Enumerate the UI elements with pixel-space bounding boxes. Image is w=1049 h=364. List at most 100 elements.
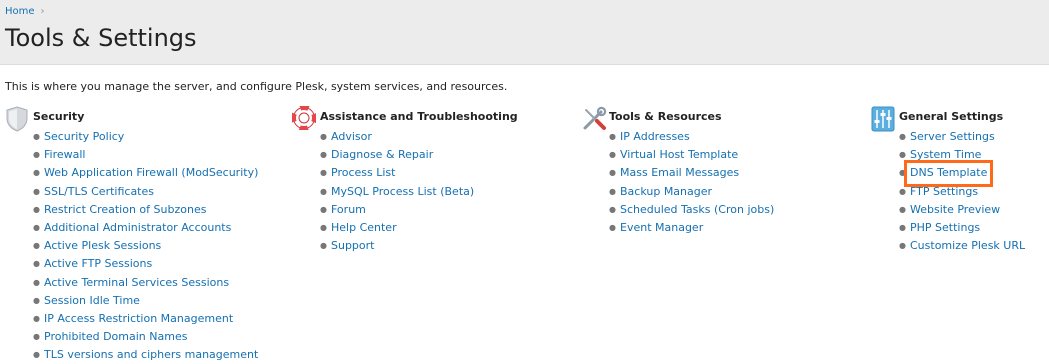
link-virtual-host-template[interactable]: Virtual Host Template — [620, 146, 738, 164]
breadcrumb-separator: › — [40, 6, 45, 17]
link-mass-email-messages[interactable]: Mass Email Messages — [620, 164, 739, 182]
section-link-list: ● Server Settings ● System Time ● DNS Templ… — [899, 128, 1025, 255]
sliders-icon — [871, 106, 895, 132]
section-header: Assistance and Troubleshooting — [291, 105, 518, 131]
bullet: ● — [33, 277, 40, 287]
bullet: ● — [609, 204, 616, 214]
bullet: ● — [33, 168, 40, 178]
bullet: ● — [899, 186, 906, 196]
link-process-list[interactable]: Process List — [331, 164, 395, 182]
bullet: ● — [33, 295, 40, 305]
list-item: ● System Time — [899, 146, 1025, 164]
page-header: Home › Tools & Settings — [0, 0, 1049, 65]
list-item: ● Security Policy — [33, 128, 258, 146]
list-item: ● Support — [320, 237, 518, 255]
page-intro: This is where you manage the server, and… — [5, 80, 508, 93]
bullet: ● — [899, 241, 906, 251]
link-security-policy[interactable]: Security Policy — [44, 128, 124, 146]
list-item: ● Forum — [320, 201, 518, 219]
link-restrict-creation-of-subzones[interactable]: Restrict Creation of Subzones — [44, 201, 206, 219]
link-ip-addresses[interactable]: IP Addresses — [620, 128, 690, 146]
link-diagnose-repair[interactable]: Diagnose & Repair — [331, 146, 433, 164]
bullet: ● — [899, 150, 906, 160]
section-general-settings: General Settings ● Server Settings ● Syste… — [871, 106, 1025, 255]
list-item: ● Firewall — [33, 146, 258, 164]
link-advisor[interactable]: Advisor — [331, 128, 372, 146]
bullet: ● — [609, 186, 616, 196]
link-tls-versions-and-ciphers-management[interactable]: TLS versions and ciphers management — [44, 346, 258, 364]
list-item: ● MySQL Process List (Beta) — [320, 183, 518, 201]
link-active-plesk-sessions[interactable]: Active Plesk Sessions — [44, 237, 161, 255]
list-item: ● Help Center — [320, 219, 518, 237]
section-header: Tools & Resources — [581, 106, 774, 130]
bullet: ● — [33, 313, 40, 323]
link-ftp-settings[interactable]: FTP Settings — [910, 183, 978, 201]
section-title: General Settings — [899, 110, 1004, 123]
breadcrumb-home-link[interactable]: Home — [5, 6, 35, 17]
bullet: ● — [33, 241, 40, 251]
link-dns-template[interactable]: DNS Template — [903, 160, 994, 187]
bullet: ● — [899, 132, 906, 141]
link-php-settings[interactable]: PHP Settings — [910, 219, 980, 237]
section-header: Security — [5, 106, 258, 132]
link-forum[interactable]: Forum — [331, 201, 366, 219]
list-item: ● IP Access Restriction Management — [33, 310, 258, 328]
link-help-center[interactable]: Help Center — [331, 219, 397, 237]
link-event-manager[interactable]: Event Manager — [620, 219, 703, 237]
bullet: ● — [320, 186, 327, 196]
list-item: ● DNS Template — [899, 160, 1025, 187]
link-prohibited-domain-names[interactable]: Prohibited Domain Names — [44, 328, 187, 346]
link-firewall[interactable]: Firewall — [44, 146, 85, 164]
list-item: ● Prohibited Domain Names — [33, 328, 258, 346]
section-link-list: ● IP Addresses ● Virtual Host Template ● Ma… — [609, 128, 774, 237]
list-item: ● Website Preview — [899, 201, 1025, 219]
section-link-list: ● Advisor ● Diagnose & Repair ● Process Lis… — [320, 128, 518, 255]
bullet: ● — [320, 150, 327, 160]
bullet: ● — [899, 168, 906, 178]
list-item: ● Mass Email Messages — [609, 164, 774, 182]
link-ip-access-restriction-management[interactable]: IP Access Restriction Management — [44, 310, 233, 328]
link-additional-administrator-accounts[interactable]: Additional Administrator Accounts — [44, 219, 231, 237]
bullet: ● — [33, 350, 40, 360]
list-item: ● FTP Settings — [899, 183, 1025, 201]
link-mysql-process-list[interactable]: MySQL Process List (Beta) — [331, 183, 474, 201]
list-item: ● Server Settings — [899, 128, 1025, 146]
bullet: ● — [609, 222, 616, 232]
link-active-ftp-sessions[interactable]: Active FTP Sessions — [44, 255, 152, 273]
shield-icon — [5, 106, 29, 132]
list-item: ● Active Terminal Services Sessions — [33, 274, 258, 292]
link-web-application-firewall[interactable]: Web Application Firewall (ModSecurity) — [44, 164, 258, 182]
bullet: ● — [609, 150, 616, 160]
bullet: ● — [33, 259, 40, 269]
link-customize-plesk-url[interactable]: Customize Plesk URL — [910, 237, 1025, 255]
link-system-time[interactable]: System Time — [910, 146, 981, 164]
bullet: ● — [609, 168, 616, 178]
link-active-terminal-services-sessions[interactable]: Active Terminal Services Sessions — [44, 274, 229, 292]
list-item: ● Process List — [320, 164, 518, 182]
link-scheduled-tasks[interactable]: Scheduled Tasks (Cron jobs) — [620, 201, 774, 219]
link-support[interactable]: Support — [331, 237, 374, 255]
bullet: ● — [33, 204, 40, 214]
list-item: ● PHP Settings — [899, 219, 1025, 237]
list-item: ● Session Idle Time — [33, 292, 258, 310]
link-backup-manager[interactable]: Backup Manager — [620, 183, 712, 201]
bullet: ● — [320, 241, 327, 251]
section-title: Assistance and Troubleshooting — [320, 110, 518, 123]
list-item: ● Restrict Creation of Subzones — [33, 201, 258, 219]
link-ssl-tls-certificates[interactable]: SSL/TLS Certificates — [44, 183, 154, 201]
link-website-preview[interactable]: Website Preview — [910, 201, 1000, 219]
bullet: ● — [33, 332, 40, 342]
list-item: ● Virtual Host Template — [609, 146, 774, 164]
link-server-settings[interactable]: Server Settings — [910, 128, 995, 146]
list-item: ● Event Manager — [609, 219, 774, 237]
list-item: ● Diagnose & Repair — [320, 146, 518, 164]
link-session-idle-time[interactable]: Session Idle Time — [44, 292, 140, 310]
section-title: Tools & Resources — [609, 110, 722, 123]
bullet: ● — [320, 132, 327, 141]
page-title: Tools & Settings — [5, 24, 197, 52]
list-item: ● Active FTP Sessions — [33, 255, 258, 273]
section-header: General Settings — [871, 106, 1025, 132]
section-link-list: ● Security Policy ● Firewall ● Web Applicat… — [33, 128, 258, 364]
list-item: ● Web Application Firewall (ModSecurity) — [33, 164, 258, 182]
list-item: ● Backup Manager — [609, 183, 774, 201]
